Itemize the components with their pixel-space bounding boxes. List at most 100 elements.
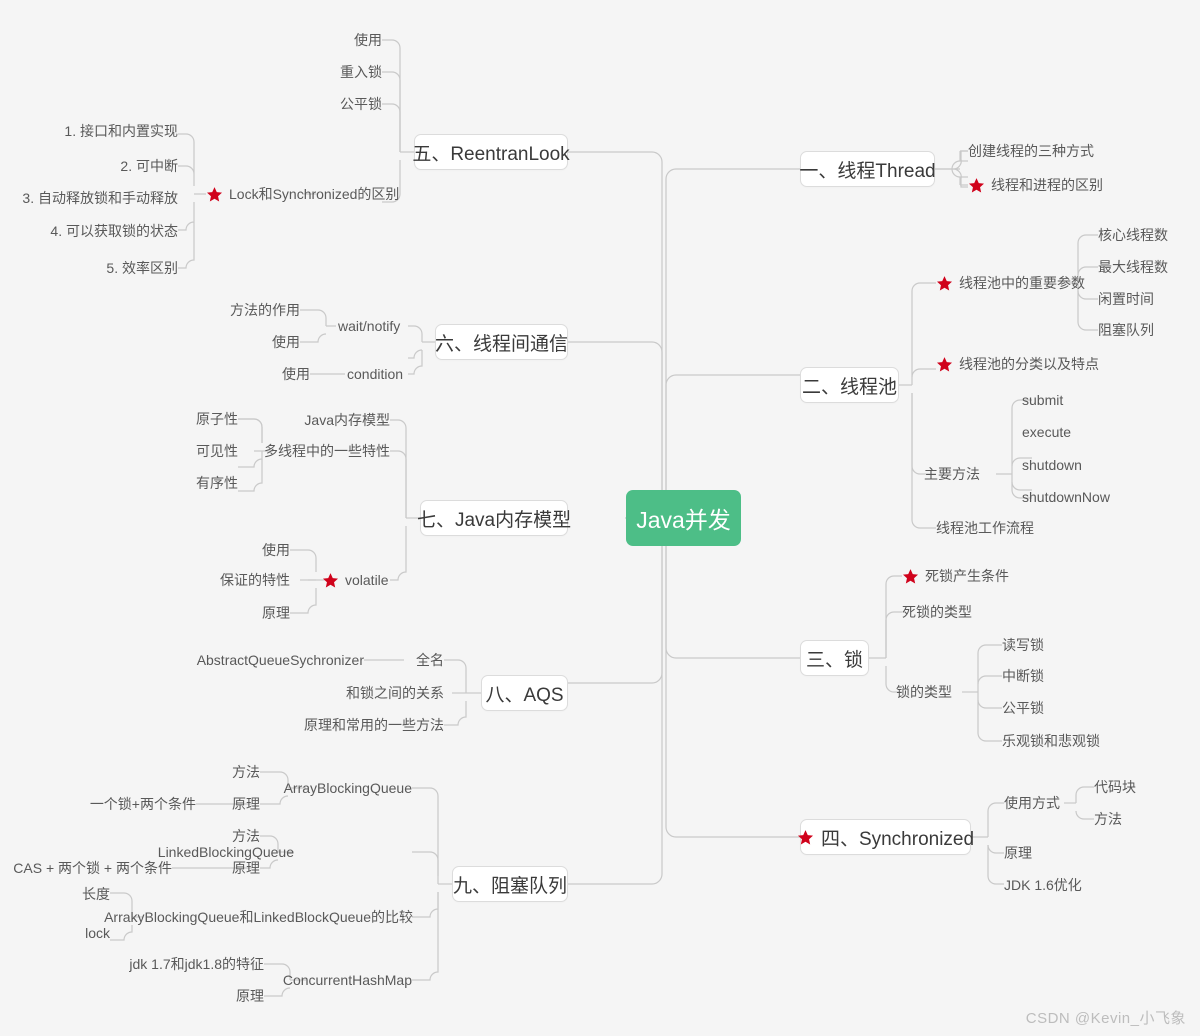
- leaf-label: 使用: [262, 542, 290, 558]
- leaf-label: 4. 可以获取锁的状态: [50, 223, 178, 239]
- leaf-volatile[interactable]: volatile: [322, 571, 412, 589]
- leaf-label: 创建线程的三种方式: [968, 143, 1094, 159]
- leaf-max-pool-size[interactable]: 最大线程数: [1098, 258, 1200, 276]
- leaf-method-submit[interactable]: submit: [1022, 391, 1152, 409]
- leaf-label: ArrakyBlockingQueue和LinkedBlockQueue的比较: [104, 909, 413, 925]
- leaf-label: 线程和进程的区别: [991, 177, 1103, 193]
- leaf-core-pool-size[interactable]: 核心线程数: [1098, 226, 1200, 244]
- leaf-lockdiff-4[interactable]: 4. 可以获取锁的状态: [18, 222, 178, 240]
- leaf-aqs-fullname[interactable]: 全名: [404, 651, 444, 669]
- leaf-label: jdk 1.7和jdk1.8的特征: [129, 956, 264, 972]
- root-node[interactable]: Java并发: [626, 490, 741, 546]
- leaf-sync-usage[interactable]: 使用方式: [1004, 794, 1104, 812]
- leaf-label: 最大线程数: [1098, 259, 1168, 275]
- leaf-readwrite-lock[interactable]: 读写锁: [1002, 636, 1162, 654]
- leaf-method-shutdown[interactable]: shutdown: [1022, 456, 1152, 474]
- leaf-work-queue[interactable]: 阻塞队列: [1098, 321, 1200, 339]
- leaf-feature-visibility[interactable]: 原子性: [148, 410, 238, 428]
- leaf-chm-jdk-features[interactable]: jdk 1.7和jdk1.8的特征: [110, 955, 264, 973]
- root-label: Java并发: [636, 507, 731, 533]
- branch-label-lock: 三、锁: [806, 649, 864, 671]
- leaf-label: 方法的作用: [230, 302, 300, 318]
- leaf-lock-types[interactable]: 锁的类型: [896, 683, 1006, 701]
- leaf-condition[interactable]: condition: [347, 365, 437, 383]
- leaf-label: 原理: [236, 988, 264, 1004]
- leaf-deadlock-conditions[interactable]: 死锁产生条件: [902, 567, 1092, 585]
- leaf-lbq-cas-two-locks[interactable]: CAS + 两个锁 + 两个条件: [12, 859, 172, 877]
- branch-node-aqs[interactable]: 八、AQS: [481, 675, 568, 711]
- branch-node-synchronized[interactable]: 四、Synchronized: [797, 819, 974, 855]
- leaf-keepalive-time[interactable]: 闲置时间: [1098, 290, 1200, 308]
- leaf-aqs-principle-methods[interactable]: 原理和常用的一些方法: [284, 716, 444, 734]
- leaf-label: wait/notify: [338, 318, 401, 334]
- leaf-create-thread-ways[interactable]: 创建线程的三种方式: [968, 142, 1178, 160]
- leaf-feature-ordering[interactable]: 有序性: [148, 474, 238, 492]
- leaf-volatile-usage[interactable]: 使用: [200, 541, 290, 559]
- leaf-volatile-principle[interactable]: 原理: [200, 604, 290, 622]
- leaf-method-purpose[interactable]: 方法的作用: [210, 301, 300, 319]
- star-icon: [206, 186, 223, 203]
- leaf-reentrant-lock[interactable]: 重入锁: [262, 63, 382, 81]
- leaf-method-shutdownnow[interactable]: shutdownNow: [1022, 488, 1162, 506]
- leaf-sync-method[interactable]: 方法: [1094, 810, 1184, 828]
- leaf-abq-one-lock-two-conditions[interactable]: 一个锁+两个条件: [56, 795, 196, 813]
- leaf-deadlock-types[interactable]: 死锁的类型: [902, 603, 1062, 621]
- leaf-feature-atomicity[interactable]: 可见性: [148, 442, 238, 460]
- leaf-compare-lock[interactable]: lock: [40, 924, 110, 942]
- leaf-sync-principle[interactable]: 原理: [1004, 844, 1104, 862]
- leaf-lockdiff-5[interactable]: 5. 效率区别: [18, 259, 178, 277]
- leaf-waitnotify-usage[interactable]: 使用: [210, 333, 300, 351]
- branch-node-threadpool[interactable]: 二、线程池: [800, 367, 899, 403]
- leaf-java-memory-model[interactable]: Java内存模型: [250, 411, 390, 429]
- leaf-thread-vs-process[interactable]: 线程和进程的区别: [968, 176, 1178, 194]
- branch-node-thread[interactable]: 一、线程Thread: [799, 151, 936, 187]
- leaf-label: 重入锁: [340, 64, 382, 80]
- leaf-optimistic-pessimistic-lock[interactable]: 乐观锁和悲观锁: [1002, 732, 1182, 750]
- leaf-lockdiff-2[interactable]: 2. 可中断: [18, 157, 178, 175]
- leaf-jdk16-optimization[interactable]: JDK 1.6优化: [1004, 876, 1134, 894]
- watermark: CSDN @Kevin_小飞象: [1025, 1010, 1186, 1027]
- leaf-label: 使用: [354, 32, 382, 48]
- leaf-method-execute[interactable]: execute: [1022, 423, 1152, 441]
- leaf-volatile-guarantees[interactable]: 保证的特性: [180, 571, 290, 589]
- leaf-label: condition: [347, 366, 404, 382]
- leaf-fair-lock[interactable]: 公平锁: [1002, 699, 1162, 717]
- leaf-abq-lbq-comparison[interactable]: ArrakyBlockingQueue和LinkedBlockQueue的比较: [104, 908, 413, 926]
- leaf-reentrant-fair-lock[interactable]: 公平锁: [262, 95, 382, 113]
- leaf-lbq-principle[interactable]: 原理: [180, 859, 260, 877]
- leaf-main-methods[interactable]: 主要方法: [924, 465, 1014, 483]
- leaf-reentrant-usage[interactable]: 使用: [262, 31, 382, 49]
- leaf-label: Java内存模型: [304, 412, 390, 428]
- leaf-aqs-lock-relation[interactable]: 和锁之间的关系: [324, 684, 444, 702]
- leaf-chm-principle[interactable]: 原理: [184, 987, 264, 1005]
- leaf-interruptible-lock[interactable]: 中断锁: [1002, 667, 1162, 685]
- branch-node-reentranlook[interactable]: 五、ReentranLook: [412, 134, 570, 170]
- leaf-aqs-fullname-value[interactable]: AbstractQueueSychronizer: [190, 651, 364, 669]
- branch-node-lock[interactable]: 三、锁: [800, 640, 869, 676]
- leaf-condition-usage[interactable]: 使用: [220, 365, 310, 383]
- leaf-pool-workflow[interactable]: 线程池工作流程: [936, 519, 1106, 537]
- leaf-label: 2. 可中断: [120, 158, 178, 174]
- leaf-concurrenthashmap[interactable]: ConcurrentHashMap: [262, 971, 412, 989]
- leaf-compare-length[interactable]: 长度: [40, 885, 110, 903]
- branch-node-jmm[interactable]: 七、Java内存模型: [417, 500, 571, 536]
- leaf-lockdiff-3[interactable]: 3. 自动释放锁和手动释放: [8, 189, 178, 207]
- leaf-wait-notify[interactable]: wait/notify: [338, 317, 428, 335]
- leaf-label: 使用: [272, 334, 300, 350]
- branch-node-communication[interactable]: 六、线程间通信: [435, 324, 568, 360]
- leaf-label: 可见性: [196, 443, 238, 459]
- leaf-label: 方法: [232, 764, 260, 780]
- leaf-lockdiff-1[interactable]: 1. 接口和内置实现: [18, 122, 178, 140]
- leaf-pool-types[interactable]: 线程池的分类以及特点: [936, 355, 1176, 373]
- leaf-abq-methods[interactable]: 方法: [180, 763, 260, 781]
- branch-node-blockingqueue[interactable]: 九、阻塞队列: [452, 866, 568, 902]
- leaf-multithread-features[interactable]: 多线程中的一些特性: [225, 442, 390, 460]
- leaf-sync-code-block[interactable]: 代码块: [1094, 778, 1184, 796]
- leaf-lock-vs-synchronized[interactable]: Lock和Synchronized的区别: [206, 185, 426, 203]
- leaf-label: Lock和Synchronized的区别: [229, 186, 400, 202]
- leaf-label: 有序性: [196, 475, 238, 491]
- leaf-label: 阻塞队列: [1098, 322, 1154, 338]
- leaf-arrayblockingqueue[interactable]: ArrayBlockingQueue: [262, 779, 412, 797]
- leaf-lbq-methods[interactable]: 方法: [180, 827, 260, 845]
- leaf-label: 线程池工作流程: [936, 520, 1034, 536]
